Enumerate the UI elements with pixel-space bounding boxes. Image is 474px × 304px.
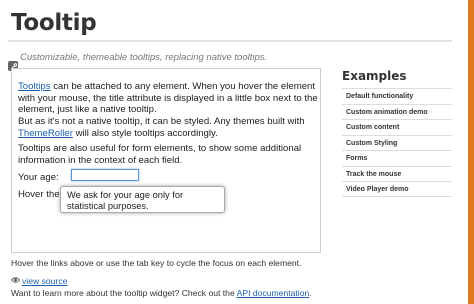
learn-more-text: Want to learn more about the tooltip wid… bbox=[11, 288, 312, 298]
learn-more-prefix: Want to learn more about the tooltip wid… bbox=[11, 288, 237, 298]
forms-paragraph: Tooltips are also useful for form elemen… bbox=[18, 143, 302, 166]
example-custom-content[interactable]: Custom content bbox=[342, 119, 452, 135]
page-title: Tooltip bbox=[11, 10, 97, 36]
intro-text: can be attached to any element. When you… bbox=[18, 81, 318, 115]
examples-list: Default functionality Custom animation d… bbox=[342, 88, 452, 197]
hint-text: Hover the links above or use the tab key… bbox=[11, 258, 302, 268]
intro-paragraph: Tooltips can be attached to any element.… bbox=[18, 81, 318, 116]
accent-strip bbox=[468, 0, 474, 304]
learn-more-suffix: . bbox=[309, 288, 312, 298]
age-input[interactable] bbox=[71, 169, 139, 181]
styling-text: But as it's not a native tooltip, it can… bbox=[18, 116, 305, 127]
example-forms[interactable]: Forms bbox=[342, 150, 452, 166]
page-subtitle: Customizable, themeable tooltips, replac… bbox=[20, 52, 268, 63]
styling-paragraph: But as it's not a native tooltip, it can… bbox=[18, 116, 318, 139]
api-documentation-link[interactable]: API documentation bbox=[237, 288, 310, 298]
eye-icon bbox=[11, 277, 20, 283]
example-track-mouse[interactable]: Track the mouse bbox=[342, 165, 452, 182]
example-video-player[interactable]: Video Player demo bbox=[342, 181, 452, 197]
examples-heading: Examples bbox=[342, 69, 407, 83]
example-custom-styling[interactable]: Custom Styling bbox=[342, 134, 452, 151]
hover-label: Hover the field to see the tooltip. bbox=[18, 189, 66, 200]
styling-text-end: will also style tooltips accordingly. bbox=[72, 127, 218, 139]
tooltip-popup: We ask for your age only for statistical… bbox=[60, 186, 225, 213]
view-source-link[interactable]: view source bbox=[22, 276, 67, 286]
example-default-functionality[interactable]: Default functionality bbox=[342, 88, 452, 104]
title-divider bbox=[8, 40, 452, 42]
themeroller-link[interactable]: ThemeRoller bbox=[18, 128, 73, 139]
demo-frame: Tooltips can be attached to any element.… bbox=[11, 68, 321, 253]
example-custom-animation[interactable]: Custom animation demo bbox=[342, 103, 452, 120]
tooltips-link[interactable]: Tooltips bbox=[18, 81, 51, 92]
age-label: Your age: bbox=[18, 172, 59, 183]
